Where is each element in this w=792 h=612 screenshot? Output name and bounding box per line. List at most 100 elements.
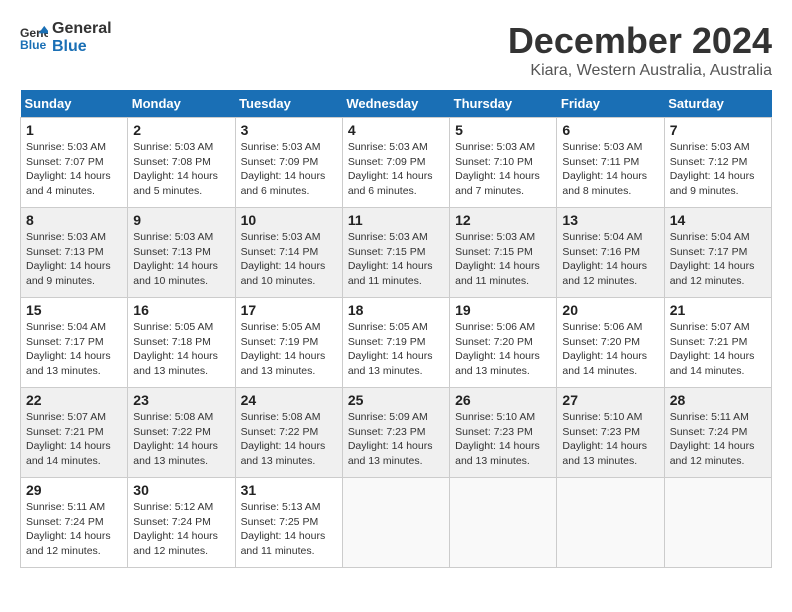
day-cell-13: 13 Sunrise: 5:04 AM Sunset: 7:16 PM Dayl…: [557, 208, 664, 298]
day-number: 19: [455, 302, 551, 318]
day-info: Sunrise: 5:03 AM Sunset: 7:14 PM Dayligh…: [241, 230, 337, 289]
day-number: 22: [26, 392, 122, 408]
day-cell-27: 27 Sunrise: 5:10 AM Sunset: 7:23 PM Dayl…: [557, 388, 664, 478]
day-info: Sunrise: 5:11 AM Sunset: 7:24 PM Dayligh…: [670, 410, 766, 469]
day-info: Sunrise: 5:08 AM Sunset: 7:22 PM Dayligh…: [241, 410, 337, 469]
day-cell-5: 5 Sunrise: 5:03 AM Sunset: 7:10 PM Dayli…: [450, 118, 557, 208]
day-cell-22: 22 Sunrise: 5:07 AM Sunset: 7:21 PM Dayl…: [21, 388, 128, 478]
day-cell-25: 25 Sunrise: 5:09 AM Sunset: 7:23 PM Dayl…: [342, 388, 449, 478]
month-title: December 2024: [508, 20, 772, 62]
weekday-header-row: SundayMondayTuesdayWednesdayThursdayFrid…: [21, 90, 772, 118]
day-info: Sunrise: 5:03 AM Sunset: 7:15 PM Dayligh…: [348, 230, 444, 289]
day-number: 27: [562, 392, 658, 408]
day-number: 17: [241, 302, 337, 318]
day-info: Sunrise: 5:10 AM Sunset: 7:23 PM Dayligh…: [562, 410, 658, 469]
day-info: Sunrise: 5:09 AM Sunset: 7:23 PM Dayligh…: [348, 410, 444, 469]
weekday-header-wednesday: Wednesday: [342, 90, 449, 118]
day-info: Sunrise: 5:04 AM Sunset: 7:17 PM Dayligh…: [670, 230, 766, 289]
day-number: 14: [670, 212, 766, 228]
day-number: 9: [133, 212, 229, 228]
day-number: 15: [26, 302, 122, 318]
day-cell-17: 17 Sunrise: 5:05 AM Sunset: 7:19 PM Dayl…: [235, 298, 342, 388]
day-number: 3: [241, 122, 337, 138]
day-info: Sunrise: 5:12 AM Sunset: 7:24 PM Dayligh…: [133, 500, 229, 559]
day-info: Sunrise: 5:08 AM Sunset: 7:22 PM Dayligh…: [133, 410, 229, 469]
day-info: Sunrise: 5:03 AM Sunset: 7:11 PM Dayligh…: [562, 140, 658, 199]
day-info: Sunrise: 5:03 AM Sunset: 7:13 PM Dayligh…: [26, 230, 122, 289]
day-number: 7: [670, 122, 766, 138]
day-cell-3: 3 Sunrise: 5:03 AM Sunset: 7:09 PM Dayli…: [235, 118, 342, 208]
day-cell-31: 31 Sunrise: 5:13 AM Sunset: 7:25 PM Dayl…: [235, 478, 342, 568]
day-info: Sunrise: 5:05 AM Sunset: 7:19 PM Dayligh…: [348, 320, 444, 379]
calendar-table: SundayMondayTuesdayWednesdayThursdayFrid…: [20, 90, 772, 568]
day-cell-8: 8 Sunrise: 5:03 AM Sunset: 7:13 PM Dayli…: [21, 208, 128, 298]
week-row-5: 29 Sunrise: 5:11 AM Sunset: 7:24 PM Dayl…: [21, 478, 772, 568]
day-number: 25: [348, 392, 444, 408]
day-info: Sunrise: 5:03 AM Sunset: 7:13 PM Dayligh…: [133, 230, 229, 289]
day-number: 6: [562, 122, 658, 138]
empty-cell: [557, 478, 664, 568]
day-cell-15: 15 Sunrise: 5:04 AM Sunset: 7:17 PM Dayl…: [21, 298, 128, 388]
logo: General Blue General Blue: [20, 20, 112, 55]
day-number: 21: [670, 302, 766, 318]
empty-cell: [664, 478, 771, 568]
day-number: 26: [455, 392, 551, 408]
day-number: 31: [241, 482, 337, 498]
day-info: Sunrise: 5:10 AM Sunset: 7:23 PM Dayligh…: [455, 410, 551, 469]
empty-cell: [342, 478, 449, 568]
day-cell-16: 16 Sunrise: 5:05 AM Sunset: 7:18 PM Dayl…: [128, 298, 235, 388]
day-cell-9: 9 Sunrise: 5:03 AM Sunset: 7:13 PM Dayli…: [128, 208, 235, 298]
day-number: 13: [562, 212, 658, 228]
day-number: 1: [26, 122, 122, 138]
day-cell-18: 18 Sunrise: 5:05 AM Sunset: 7:19 PM Dayl…: [342, 298, 449, 388]
weekday-header-thursday: Thursday: [450, 90, 557, 118]
day-cell-2: 2 Sunrise: 5:03 AM Sunset: 7:08 PM Dayli…: [128, 118, 235, 208]
day-info: Sunrise: 5:11 AM Sunset: 7:24 PM Dayligh…: [26, 500, 122, 559]
day-info: Sunrise: 5:06 AM Sunset: 7:20 PM Dayligh…: [562, 320, 658, 379]
day-info: Sunrise: 5:04 AM Sunset: 7:17 PM Dayligh…: [26, 320, 122, 379]
day-info: Sunrise: 5:07 AM Sunset: 7:21 PM Dayligh…: [670, 320, 766, 379]
day-number: 10: [241, 212, 337, 228]
day-info: Sunrise: 5:05 AM Sunset: 7:18 PM Dayligh…: [133, 320, 229, 379]
week-row-3: 15 Sunrise: 5:04 AM Sunset: 7:17 PM Dayl…: [21, 298, 772, 388]
day-cell-29: 29 Sunrise: 5:11 AM Sunset: 7:24 PM Dayl…: [21, 478, 128, 568]
day-cell-12: 12 Sunrise: 5:03 AM Sunset: 7:15 PM Dayl…: [450, 208, 557, 298]
location-title: Kiara, Western Australia, Australia: [508, 62, 772, 80]
day-cell-26: 26 Sunrise: 5:10 AM Sunset: 7:23 PM Dayl…: [450, 388, 557, 478]
day-number: 5: [455, 122, 551, 138]
day-info: Sunrise: 5:13 AM Sunset: 7:25 PM Dayligh…: [241, 500, 337, 559]
day-info: Sunrise: 5:03 AM Sunset: 7:09 PM Dayligh…: [241, 140, 337, 199]
day-cell-7: 7 Sunrise: 5:03 AM Sunset: 7:12 PM Dayli…: [664, 118, 771, 208]
day-info: Sunrise: 5:03 AM Sunset: 7:10 PM Dayligh…: [455, 140, 551, 199]
day-info: Sunrise: 5:07 AM Sunset: 7:21 PM Dayligh…: [26, 410, 122, 469]
day-cell-30: 30 Sunrise: 5:12 AM Sunset: 7:24 PM Dayl…: [128, 478, 235, 568]
weekday-header-saturday: Saturday: [664, 90, 771, 118]
day-cell-4: 4 Sunrise: 5:03 AM Sunset: 7:09 PM Dayli…: [342, 118, 449, 208]
weekday-header-sunday: Sunday: [21, 90, 128, 118]
week-row-4: 22 Sunrise: 5:07 AM Sunset: 7:21 PM Dayl…: [21, 388, 772, 478]
svg-text:Blue: Blue: [20, 38, 47, 52]
day-info: Sunrise: 5:03 AM Sunset: 7:08 PM Dayligh…: [133, 140, 229, 199]
day-number: 8: [26, 212, 122, 228]
week-row-2: 8 Sunrise: 5:03 AM Sunset: 7:13 PM Dayli…: [21, 208, 772, 298]
day-number: 18: [348, 302, 444, 318]
day-number: 23: [133, 392, 229, 408]
day-info: Sunrise: 5:03 AM Sunset: 7:12 PM Dayligh…: [670, 140, 766, 199]
day-info: Sunrise: 5:06 AM Sunset: 7:20 PM Dayligh…: [455, 320, 551, 379]
day-number: 4: [348, 122, 444, 138]
day-number: 2: [133, 122, 229, 138]
day-number: 28: [670, 392, 766, 408]
day-cell-21: 21 Sunrise: 5:07 AM Sunset: 7:21 PM Dayl…: [664, 298, 771, 388]
day-cell-10: 10 Sunrise: 5:03 AM Sunset: 7:14 PM Dayl…: [235, 208, 342, 298]
day-cell-1: 1 Sunrise: 5:03 AM Sunset: 7:07 PM Dayli…: [21, 118, 128, 208]
day-cell-20: 20 Sunrise: 5:06 AM Sunset: 7:20 PM Dayl…: [557, 298, 664, 388]
weekday-header-friday: Friday: [557, 90, 664, 118]
day-cell-11: 11 Sunrise: 5:03 AM Sunset: 7:15 PM Dayl…: [342, 208, 449, 298]
logo-blue: Blue: [52, 38, 112, 56]
day-number: 16: [133, 302, 229, 318]
empty-cell: [450, 478, 557, 568]
day-info: Sunrise: 5:03 AM Sunset: 7:07 PM Dayligh…: [26, 140, 122, 199]
page-header: General Blue General Blue December 2024 …: [20, 20, 772, 80]
day-number: 12: [455, 212, 551, 228]
day-number: 29: [26, 482, 122, 498]
